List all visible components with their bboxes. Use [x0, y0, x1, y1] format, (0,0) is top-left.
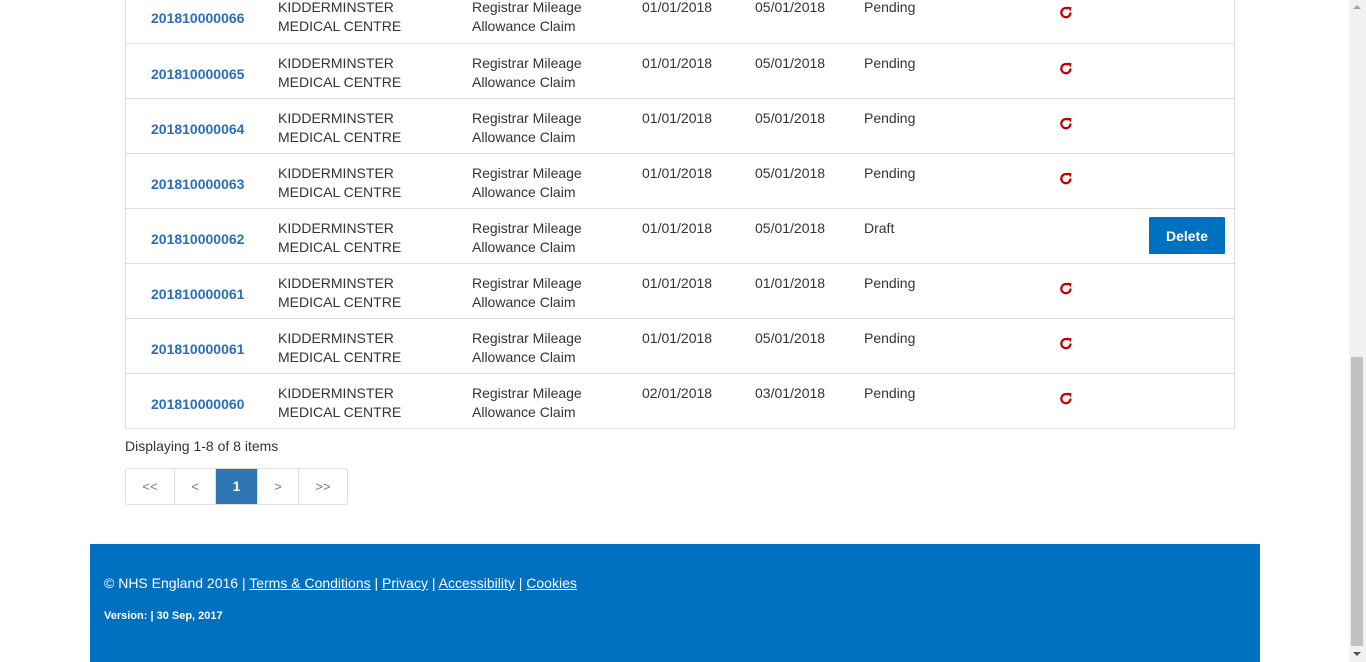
- page-1-button[interactable]: 1: [216, 469, 258, 504]
- date-to: 01/01/2018: [755, 275, 826, 291]
- date-from: 01/01/2018: [642, 220, 713, 236]
- claim-type: Registrar Mileage Allowance Claim: [472, 220, 582, 255]
- link-separator: |: [374, 575, 379, 591]
- table-row: 201810000060 KIDDERMINSTER MEDICAL CENTRE…: [126, 373, 1234, 428]
- date-to: 05/01/2018: [755, 330, 826, 346]
- date-to: 05/01/2018: [755, 110, 826, 126]
- practice-name: KIDDERMINSTER MEDICAL CENTRE: [278, 385, 402, 420]
- claim-reference-link[interactable]: 201810000061: [151, 340, 244, 359]
- claims-table: 201810000066 KIDDERMINSTER MEDICAL CENTRE…: [125, 0, 1235, 429]
- claim-type: Registrar Mileage Allowance Claim: [472, 55, 582, 90]
- claim-reference-link[interactable]: 201810000066: [151, 9, 244, 28]
- table-row: 201810000063 KIDDERMINSTER MEDICAL CENTRE…: [126, 153, 1234, 208]
- date-from: 01/01/2018: [642, 330, 713, 346]
- claim-status: Pending: [864, 165, 916, 181]
- version-text: Version: | 30 Sep, 2017: [104, 610, 223, 622]
- date-to: 05/01/2018: [755, 55, 826, 71]
- date-from: 01/01/2018: [642, 165, 713, 181]
- claim-status: Pending: [864, 110, 916, 126]
- claim-reference-link[interactable]: 201810000062: [151, 230, 244, 249]
- claim-status: Pending: [864, 275, 916, 291]
- link-separator: |: [518, 575, 523, 591]
- first-page-button[interactable]: <<: [126, 469, 175, 504]
- refresh-icon[interactable]: [1058, 171, 1074, 187]
- refresh-icon[interactable]: [1058, 116, 1074, 132]
- claim-status: Pending: [864, 0, 916, 15]
- link-separator: |: [431, 575, 436, 591]
- practice-name: KIDDERMINSTER MEDICAL CENTRE: [278, 110, 402, 145]
- practice-name: KIDDERMINSTER MEDICAL CENTRE: [278, 165, 402, 200]
- table-row: 201810000061 KIDDERMINSTER MEDICAL CENTRE…: [126, 263, 1234, 318]
- refresh-icon[interactable]: [1058, 5, 1074, 21]
- claim-type: Registrar Mileage Allowance Claim: [472, 165, 582, 200]
- scroll-up-icon[interactable]: [1353, 5, 1361, 9]
- claim-type: Registrar Mileage Allowance Claim: [472, 385, 582, 420]
- table-row: 201810000062 KIDDERMINSTER MEDICAL CENTRE…: [126, 208, 1234, 263]
- claim-type: Registrar Mileage Allowance Claim: [472, 110, 582, 145]
- date-to: 05/01/2018: [755, 0, 826, 15]
- date-from: 01/01/2018: [642, 0, 713, 15]
- accessibility-link[interactable]: Accessibility: [439, 575, 515, 591]
- pagination: << < 1 > >>: [125, 468, 348, 505]
- refresh-icon[interactable]: [1058, 61, 1074, 77]
- last-page-button[interactable]: >>: [299, 469, 347, 504]
- prev-page-button[interactable]: <: [175, 469, 216, 504]
- practice-name: KIDDERMINSTER MEDICAL CENTRE: [278, 220, 402, 255]
- claim-reference-link[interactable]: 201810000064: [151, 120, 244, 139]
- vertical-scrollbar[interactable]: [1349, 0, 1366, 662]
- claim-status: Pending: [864, 55, 916, 71]
- date-to: 05/01/2018: [755, 165, 826, 181]
- claim-status: Pending: [864, 385, 916, 401]
- cookies-link[interactable]: Cookies: [526, 575, 577, 591]
- footer-links: © NHS England 2016 | Terms & Conditions …: [104, 575, 577, 591]
- claim-reference-link[interactable]: 201810000061: [151, 285, 244, 304]
- refresh-icon[interactable]: [1058, 391, 1074, 407]
- date-from: 01/01/2018: [642, 110, 713, 126]
- claim-status: Draft: [864, 220, 895, 236]
- scroll-down-icon[interactable]: [1353, 652, 1361, 656]
- claim-reference-link[interactable]: 201810000063: [151, 175, 244, 194]
- practice-name: KIDDERMINSTER MEDICAL CENTRE: [278, 275, 402, 310]
- claim-status: Pending: [864, 330, 916, 346]
- copyright-text: © NHS England 2016 |: [104, 575, 246, 591]
- next-page-button[interactable]: >: [258, 469, 299, 504]
- date-from: 02/01/2018: [642, 385, 713, 401]
- terms-link[interactable]: Terms & Conditions: [249, 575, 370, 591]
- date-to: 03/01/2018: [755, 385, 826, 401]
- date-from: 01/01/2018: [642, 275, 713, 291]
- practice-name: KIDDERMINSTER MEDICAL CENTRE: [278, 330, 402, 365]
- site-footer: © NHS England 2016 | Terms & Conditions …: [90, 544, 1260, 662]
- table-row: 201810000061 KIDDERMINSTER MEDICAL CENTRE…: [126, 318, 1234, 373]
- table-row: 201810000064 KIDDERMINSTER MEDICAL CENTRE…: [126, 98, 1234, 153]
- delete-button[interactable]: Delete: [1149, 217, 1225, 254]
- claim-type: Registrar Mileage Allowance Claim: [472, 0, 582, 34]
- claim-reference-link[interactable]: 201810000065: [151, 65, 244, 84]
- claim-type: Registrar Mileage Allowance Claim: [472, 275, 582, 310]
- refresh-icon[interactable]: [1058, 336, 1074, 352]
- date-to: 05/01/2018: [755, 220, 826, 236]
- table-row: 201810000066 KIDDERMINSTER MEDICAL CENTRE…: [126, 0, 1234, 43]
- practice-name: KIDDERMINSTER MEDICAL CENTRE: [278, 0, 402, 34]
- privacy-link[interactable]: Privacy: [382, 575, 428, 591]
- items-summary: Displaying 1-8 of 8 items: [125, 438, 279, 454]
- practice-name: KIDDERMINSTER MEDICAL CENTRE: [278, 55, 402, 90]
- refresh-icon[interactable]: [1058, 281, 1074, 297]
- scrollbar-thumb[interactable]: [1351, 357, 1363, 646]
- claim-type: Registrar Mileage Allowance Claim: [472, 330, 582, 365]
- table-row: 201810000065 KIDDERMINSTER MEDICAL CENTRE…: [126, 43, 1234, 98]
- claim-reference-link[interactable]: 201810000060: [151, 395, 244, 414]
- date-from: 01/01/2018: [642, 55, 713, 71]
